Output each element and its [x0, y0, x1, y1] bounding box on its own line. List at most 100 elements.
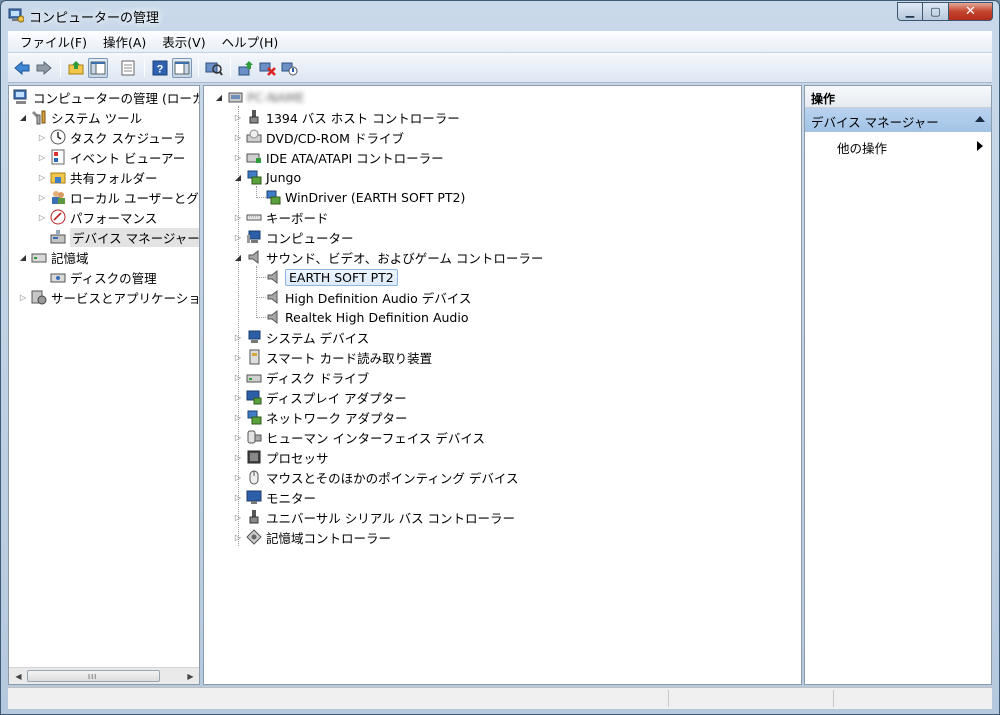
tree-item-local-users[interactable]: ▷ ローカル ユーザーとグ	[37, 187, 199, 207]
expand-icon[interactable]: ▷	[233, 472, 243, 482]
system-tools-icon	[31, 109, 47, 125]
close-button[interactable]: ✕	[949, 2, 993, 21]
expand-icon[interactable]: ▷	[233, 332, 243, 342]
device-category-keyboard[interactable]: ▷ キーボード	[233, 207, 329, 227]
tree-item-shared-folders[interactable]: ▷ 共有フォルダー	[37, 167, 158, 187]
scroll-left-icon[interactable]: ◀	[10, 668, 27, 684]
horizontal-scrollbar[interactable]: ◀ III ▶	[9, 667, 199, 684]
up-folder-icon	[68, 61, 84, 75]
scan-hardware-button[interactable]	[204, 58, 224, 78]
update-driver-button[interactable]	[236, 58, 256, 78]
maximize-button[interactable]: ▢	[923, 2, 949, 21]
scroll-right-icon[interactable]: ▶	[182, 668, 199, 684]
title-bar[interactable]: コンピューターの管理 ▁ ▢ ✕	[1, 1, 999, 31]
uninstall-button[interactable]	[258, 58, 278, 78]
performance-icon	[50, 209, 66, 225]
event-viewer-icon	[50, 149, 66, 165]
tree-item-disk-management[interactable]: ディスクの管理	[50, 267, 157, 287]
expand-icon[interactable]: ▷	[233, 412, 243, 422]
expand-icon[interactable]: ▷	[37, 172, 47, 182]
expand-icon[interactable]: ▷	[233, 212, 243, 222]
actions-section-device-manager[interactable]: デバイス マネージャー	[805, 108, 991, 132]
tree-item-system-tools[interactable]: ◢ システム ツール	[18, 107, 142, 127]
expand-icon[interactable]: ▷	[233, 232, 243, 242]
computer-management-icon	[8, 7, 25, 23]
device-category-processor[interactable]: ▷ プロセッサ	[233, 447, 329, 467]
smart-card-icon	[246, 349, 262, 365]
collapse-icon[interactable]: ◢	[18, 252, 28, 262]
expand-icon[interactable]: ▷	[233, 512, 243, 522]
more-actions-item[interactable]: 他の操作	[805, 136, 991, 156]
device-category-jungo[interactable]: ◢ Jungo	[233, 167, 301, 187]
expand-icon[interactable]: ▷	[233, 372, 243, 382]
expand-icon[interactable]: ▷	[37, 132, 47, 142]
device-hd-audio[interactable]: High Definition Audio デバイス	[265, 287, 471, 307]
device-category-smart-card[interactable]: ▷ スマート カード読み取り装置	[233, 347, 432, 367]
scroll-thumb[interactable]: III	[27, 670, 160, 682]
device-category-usb[interactable]: ▷ ユニバーサル シリアル バス コントローラー	[233, 507, 515, 527]
device-windriver[interactable]: WinDriver (EARTH SOFT PT2)	[265, 187, 465, 207]
tree-item-storage[interactable]: ◢ 記憶域	[18, 247, 89, 267]
minimize-button[interactable]: ▁	[897, 2, 923, 21]
expand-icon[interactable]: ▷	[233, 112, 243, 122]
device-realtek-audio[interactable]: Realtek High Definition Audio	[265, 307, 468, 327]
collapse-icon[interactable]: ◢	[233, 172, 243, 182]
forward-icon	[36, 60, 52, 76]
expand-icon[interactable]: ▷	[233, 352, 243, 362]
show-tree-button[interactable]	[88, 58, 108, 78]
device-category-1394[interactable]: ▷ 1394 バス ホスト コントローラー	[233, 107, 460, 127]
tree-item-task-scheduler[interactable]: ▷ タスク スケジューラ	[37, 127, 186, 147]
disable-device-button[interactable]	[280, 58, 300, 78]
tree-item-event-viewer[interactable]: ▷ イベント ビューアー	[37, 147, 185, 167]
back-icon	[14, 60, 30, 76]
back-button[interactable]	[12, 58, 32, 78]
device-category-ide[interactable]: ▷ IDE ATA/ATAPI コントローラー	[233, 147, 444, 167]
menu-action[interactable]: 操作(A)	[95, 32, 154, 51]
device-category-monitor[interactable]: ▷ モニター	[233, 487, 316, 507]
device-category-disk[interactable]: ▷ ディスク ドライブ	[233, 367, 369, 387]
menu-file[interactable]: ファイル(F)	[12, 32, 95, 51]
expand-icon[interactable]: ▷	[233, 532, 243, 542]
device-category-sound[interactable]: ◢ サウンド、ビデオ、およびゲーム コントローラー	[233, 247, 543, 267]
network-device-icon	[265, 189, 281, 205]
device-category-display[interactable]: ▷ ディスプレイ アダプター	[233, 387, 407, 407]
device-category-system[interactable]: ▷ システム デバイス	[233, 327, 369, 347]
device-category-mouse[interactable]: ▷ マウスとそのほかのポインティング デバイス	[233, 467, 518, 487]
device-tree-root[interactable]: ◢ PC-NAME	[214, 87, 304, 107]
device-category-hid[interactable]: ▷ ヒューマン インターフェイス デバイス	[233, 427, 485, 447]
tree-item-computer-management[interactable]: コンピューターの管理 (ローカ	[13, 87, 199, 107]
tree-item-services-apps[interactable]: ▷ サービスとアプリケーショ	[18, 287, 199, 307]
collapse-icon[interactable]: ◢	[233, 252, 243, 262]
toolbar-separator	[230, 59, 231, 77]
tree-item-performance[interactable]: ▷ パフォーマンス	[37, 207, 157, 227]
expand-icon[interactable]: ▷	[37, 192, 47, 202]
collapse-icon[interactable]: ◢	[18, 112, 28, 122]
device-category-network[interactable]: ▷ ネットワーク アダプター	[233, 407, 407, 427]
usb-connector-icon	[246, 109, 262, 125]
menu-help[interactable]: ヘルプ(H)	[214, 32, 287, 51]
forward-button[interactable]	[34, 58, 54, 78]
expand-icon[interactable]: ▷	[233, 432, 243, 442]
expand-icon[interactable]: ▷	[233, 132, 243, 142]
collapse-up-icon[interactable]	[975, 116, 985, 122]
properties-button[interactable]	[118, 58, 138, 78]
show-action-pane-button[interactable]	[172, 58, 192, 78]
expand-icon[interactable]: ▷	[233, 452, 243, 462]
collapse-icon[interactable]: ◢	[214, 92, 224, 102]
help-button[interactable]: ?	[150, 58, 170, 78]
expand-icon[interactable]: ▷	[37, 152, 47, 162]
tree-item-device-manager[interactable]: デバイス マネージャー	[50, 227, 199, 247]
device-earth-soft-pt2[interactable]: EARTH SOFT PT2	[265, 267, 398, 287]
expand-icon[interactable]: ▷	[233, 492, 243, 502]
device-category-computer[interactable]: ▷ コンピューター	[233, 227, 354, 247]
expand-icon[interactable]: ▷	[233, 152, 243, 162]
show-tree-icon	[90, 61, 106, 75]
properties-icon	[121, 60, 135, 76]
device-category-dvd[interactable]: ▷ DVD/CD-ROM ドライブ	[233, 127, 404, 147]
expand-icon[interactable]: ▷	[37, 212, 47, 222]
menu-view[interactable]: 表示(V)	[154, 32, 213, 51]
expand-icon[interactable]: ▷	[233, 392, 243, 402]
up-button[interactable]	[66, 58, 86, 78]
device-category-storage[interactable]: ▷ 記憶域コントローラー	[233, 527, 391, 547]
expand-icon[interactable]: ▷	[18, 292, 28, 302]
